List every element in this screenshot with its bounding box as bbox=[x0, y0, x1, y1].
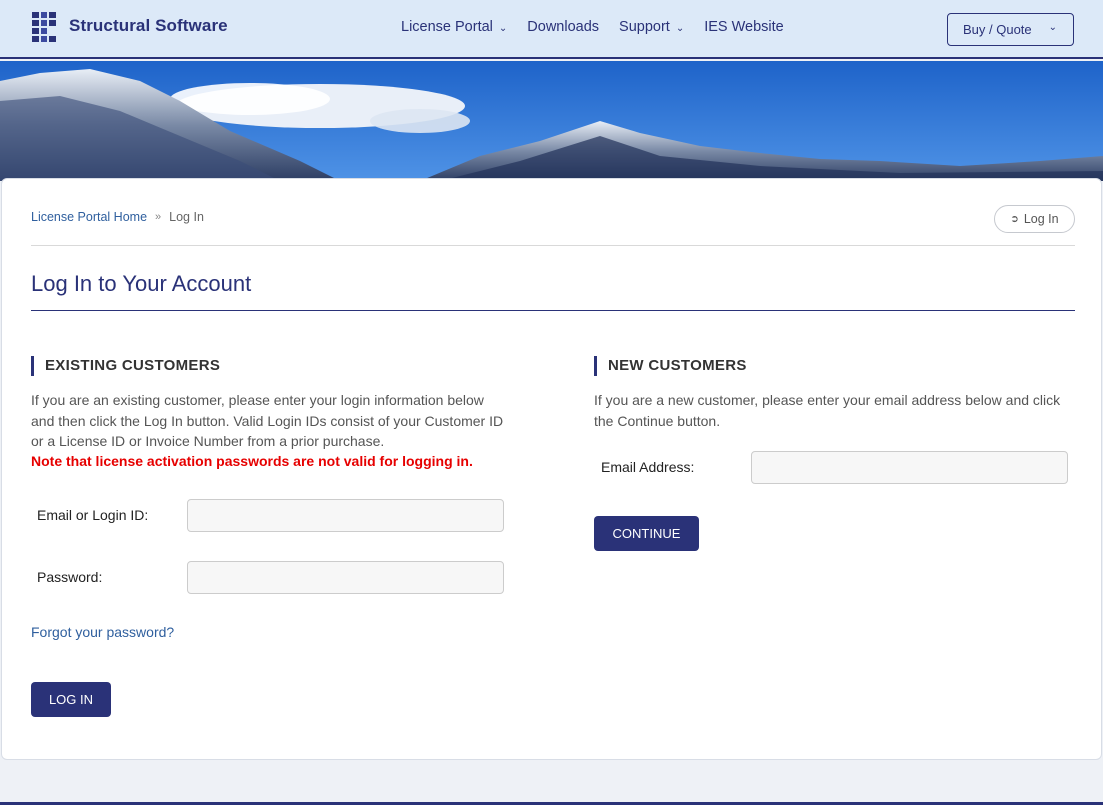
password-input[interactable] bbox=[187, 561, 504, 594]
nav-ies-website[interactable]: IES Website bbox=[704, 19, 784, 35]
breadcrumb-home-link[interactable]: License Portal Home bbox=[31, 210, 147, 224]
nav-label: License Portal bbox=[401, 19, 493, 35]
buy-quote-button[interactable]: Buy / Quote ⌄ bbox=[947, 13, 1074, 46]
login-pill-label: Log In bbox=[1023, 212, 1059, 226]
existing-customers-heading: EXISTING CUSTOMERS bbox=[31, 356, 220, 376]
activation-password-warning: Note that license activation passwords a… bbox=[31, 453, 473, 469]
breadcrumb-current: Log In bbox=[169, 210, 204, 224]
login-card: License Portal Home » Log In ➲ Log In Lo… bbox=[1, 178, 1102, 760]
nav-downloads[interactable]: Downloads bbox=[527, 19, 599, 35]
nav-license-portal[interactable]: License Portal ⌄ bbox=[401, 19, 507, 35]
forgot-password-link[interactable]: Forgot your password? bbox=[31, 624, 174, 640]
login-id-input[interactable] bbox=[187, 499, 504, 532]
main-nav: License Portal ⌄ Downloads Support ⌄ IES… bbox=[401, 19, 804, 35]
sign-in-icon: ➲ bbox=[1010, 213, 1019, 225]
title-underline bbox=[31, 310, 1075, 311]
login-id-label: Email or Login ID: bbox=[37, 507, 149, 523]
chevron-down-icon: ⌄ bbox=[498, 22, 508, 34]
password-label: Password: bbox=[37, 569, 103, 585]
site-header: Structural Software License Portal ⌄ Dow… bbox=[0, 0, 1103, 59]
chevron-down-icon: ⌄ bbox=[1048, 22, 1057, 33]
brand-logo[interactable]: Structural Software bbox=[32, 12, 228, 42]
nav-label: Downloads bbox=[527, 19, 600, 35]
nav-label: IES Website bbox=[704, 19, 784, 35]
email-address-label: Email Address: bbox=[601, 459, 695, 475]
existing-customers-description: If you are an existing customer, please … bbox=[31, 392, 504, 449]
mountain-banner-image bbox=[0, 61, 1103, 181]
email-address-input[interactable] bbox=[751, 451, 1068, 484]
chevron-down-icon: ⌄ bbox=[675, 22, 685, 34]
login-button[interactable]: LOG IN bbox=[31, 682, 111, 717]
page-title: Log In to Your Account bbox=[31, 271, 252, 296]
buy-quote-label: Buy / Quote bbox=[963, 22, 1032, 37]
new-customers-description: If you are a new customer, please enter … bbox=[594, 392, 1061, 429]
login-pill-button[interactable]: ➲ Log In bbox=[994, 205, 1075, 233]
breadcrumb: License Portal Home » Log In bbox=[31, 210, 204, 224]
continue-button[interactable]: CONTINUE bbox=[594, 516, 699, 551]
ies-logo-icon bbox=[32, 12, 56, 42]
new-customers-heading: NEW CUSTOMERS bbox=[594, 356, 747, 376]
nav-label: Support bbox=[619, 19, 670, 35]
divider bbox=[31, 245, 1075, 246]
breadcrumb-separator: » bbox=[155, 211, 162, 223]
brand-name: Structural Software bbox=[69, 16, 228, 35]
nav-support[interactable]: Support ⌄ bbox=[619, 19, 684, 35]
